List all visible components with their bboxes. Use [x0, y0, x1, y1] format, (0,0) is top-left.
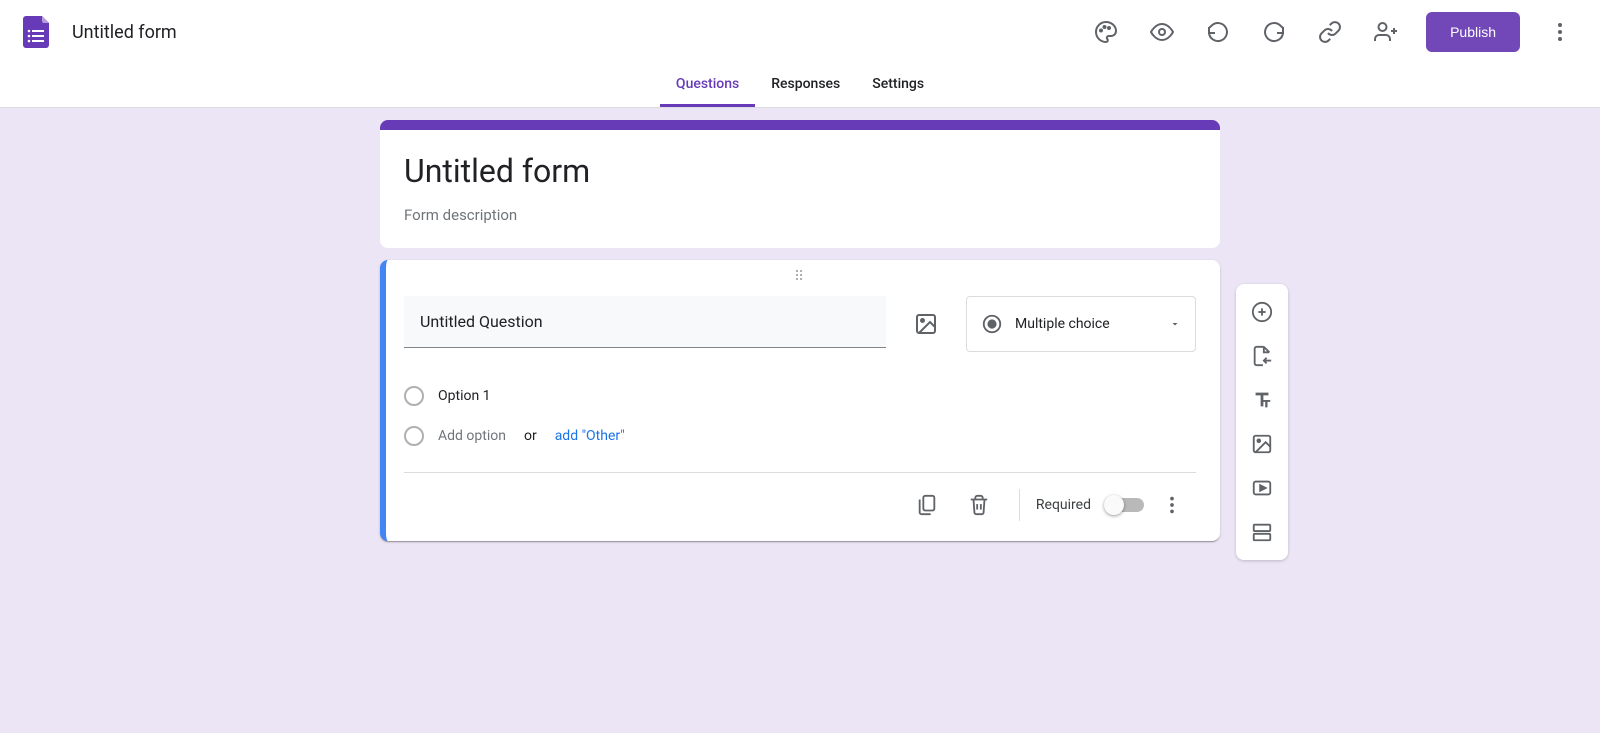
tab-settings[interactable]: Settings — [856, 64, 940, 107]
document-title[interactable]: Untitled form — [72, 22, 1082, 43]
delete-button[interactable] — [955, 481, 1003, 529]
or-label: or — [524, 428, 537, 444]
link-button[interactable] — [1306, 8, 1354, 56]
header-actions: Publish — [1082, 8, 1584, 56]
side-toolbar — [1236, 284, 1288, 560]
app-header: Untitled form — [0, 0, 1600, 64]
add-option-button[interactable]: Add option — [438, 428, 506, 444]
required-toggle[interactable] — [1107, 498, 1144, 512]
palette-icon — [1094, 20, 1118, 44]
question-card[interactable]: ⠿ Multiple choice — [380, 260, 1220, 541]
preview-button[interactable] — [1138, 8, 1186, 56]
question-more-button[interactable] — [1148, 481, 1196, 529]
question-row: Multiple choice — [404, 296, 1196, 352]
redo-button[interactable] — [1250, 8, 1298, 56]
more-vert-icon — [1548, 20, 1572, 44]
customize-theme-button[interactable] — [1082, 8, 1130, 56]
publish-button[interactable]: Publish — [1426, 12, 1520, 52]
radio-circle-icon — [404, 386, 424, 406]
copy-icon — [916, 494, 938, 516]
tab-responses[interactable]: Responses — [755, 64, 856, 107]
option-text[interactable]: Option 1 — [438, 388, 491, 404]
add-image-block-button[interactable] — [1236, 422, 1288, 466]
form-header-card[interactable]: Untitled form Form description — [380, 120, 1220, 248]
add-option-row: Add option or add "Other" — [404, 416, 1196, 456]
tabs-bar: Questions Responses Settings — [0, 64, 1600, 108]
radio-icon — [981, 313, 1003, 335]
question-footer: Required — [404, 472, 1196, 529]
question-type-label: Multiple choice — [1015, 316, 1157, 332]
question-type-select[interactable]: Multiple choice — [966, 296, 1196, 352]
text-icon — [1251, 389, 1273, 411]
add-image-button[interactable] — [902, 300, 950, 348]
more-button[interactable] — [1536, 8, 1584, 56]
form-description[interactable]: Form description — [404, 206, 1196, 224]
add-title-button[interactable] — [1236, 378, 1288, 422]
image-icon — [1251, 433, 1273, 455]
forms-logo[interactable] — [16, 12, 56, 52]
chevron-down-icon — [1169, 318, 1181, 330]
trash-icon — [968, 494, 990, 516]
forms-logo-icon — [18, 14, 54, 50]
options-list: Option 1 Add option or add "Other" — [404, 368, 1196, 472]
add-video-button[interactable] — [1236, 466, 1288, 510]
divider — [1019, 489, 1020, 521]
duplicate-button[interactable] — [903, 481, 951, 529]
add-section-button[interactable] — [1236, 510, 1288, 554]
form-canvas: Untitled form Form description ⠿ Multipl… — [0, 108, 1600, 733]
undo-button[interactable] — [1194, 8, 1242, 56]
add-collaborators-button[interactable] — [1362, 8, 1410, 56]
section-icon — [1251, 521, 1273, 543]
video-icon — [1251, 477, 1273, 499]
import-questions-button[interactable] — [1236, 334, 1288, 378]
required-label: Required — [1036, 497, 1091, 513]
link-icon — [1318, 20, 1342, 44]
person-add-icon — [1374, 20, 1398, 44]
eye-icon — [1150, 20, 1174, 44]
tab-questions[interactable]: Questions — [660, 64, 755, 107]
form-container: Untitled form Form description ⠿ Multipl… — [380, 120, 1220, 541]
form-title[interactable]: Untitled form — [404, 152, 1196, 190]
add-other-button[interactable]: add "Other" — [555, 428, 625, 444]
question-title-input[interactable] — [404, 296, 886, 348]
plus-circle-icon — [1251, 301, 1273, 323]
import-icon — [1251, 345, 1273, 367]
undo-icon — [1206, 20, 1230, 44]
redo-icon — [1262, 20, 1286, 44]
drag-handle-icon[interactable]: ⠿ — [404, 272, 1196, 292]
option-row[interactable]: Option 1 — [404, 376, 1196, 416]
more-vert-icon — [1161, 494, 1183, 516]
add-question-button[interactable] — [1236, 290, 1288, 334]
image-icon — [914, 312, 938, 336]
radio-circle-icon — [404, 426, 424, 446]
